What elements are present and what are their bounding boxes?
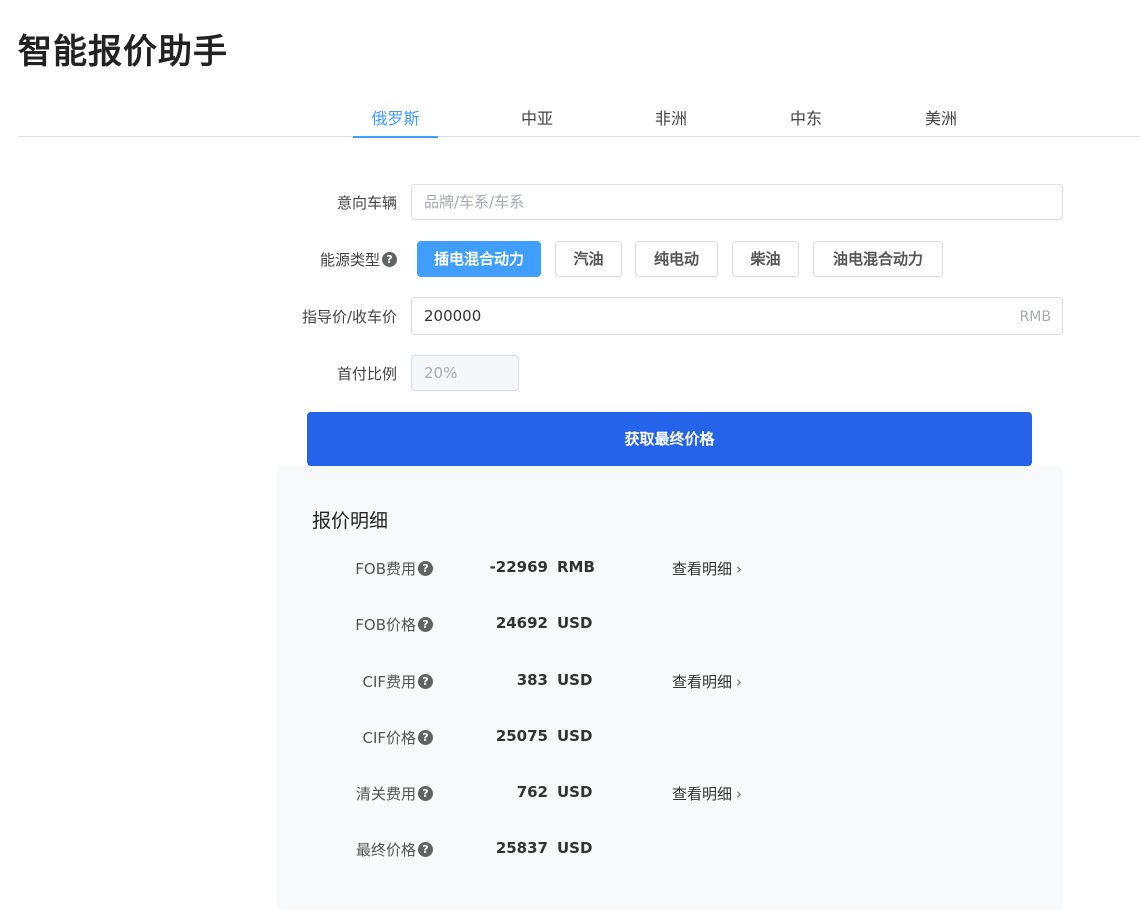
detail-value: 25837: [495, 839, 548, 857]
tab-americas[interactable]: 美洲: [905, 104, 977, 136]
tab-middle-east[interactable]: 中东: [770, 104, 842, 136]
detail-unit: USD: [557, 727, 593, 745]
view-detail-link[interactable]: 查看明细 ›: [672, 671, 742, 692]
question-circle-icon[interactable]: ?: [382, 252, 397, 267]
view-detail-link[interactable]: 查看明细 ›: [672, 558, 742, 579]
price-unit: RMB: [1019, 309, 1051, 325]
detail-value: 25075: [495, 727, 548, 745]
detail-row-cif-fee: CIF费用? 383 USD 查看明细 ›: [277, 671, 1063, 695]
detail-unit: USD: [557, 839, 593, 857]
detail-label: CIF费用?: [362, 671, 433, 692]
price-label: 指导价/收车价: [301, 308, 397, 326]
view-detail-link[interactable]: 查看明细 ›: [672, 783, 742, 804]
detail-value: 762: [516, 783, 548, 801]
chevron-right-icon: ›: [736, 673, 743, 691]
detail-value: -22969: [489, 558, 548, 576]
chevron-right-icon: ›: [736, 785, 743, 803]
detail-label: FOB费用?: [355, 558, 433, 579]
vehicle-row: 意向车辆 品牌/车系/车系: [0, 184, 1140, 220]
chevron-right-icon: ›: [736, 560, 743, 578]
vehicle-input[interactable]: 品牌/车系/车系: [411, 184, 1063, 220]
detail-row-fob-price: FOB价格? 24692 USD: [277, 614, 1063, 638]
down-payment-row: 首付比例 20%: [0, 355, 1140, 391]
price-row: 指导价/收车价 200000 RMB: [0, 297, 1140, 335]
vehicle-label: 意向车辆: [336, 194, 397, 212]
detail-unit: USD: [557, 671, 593, 689]
question-circle-icon[interactable]: ?: [418, 730, 433, 745]
detail-unit: USD: [557, 783, 593, 801]
question-circle-icon[interactable]: ?: [418, 617, 433, 632]
detail-label: CIF价格?: [362, 727, 433, 748]
detail-row-final-price: 最终价格? 25837 USD: [277, 839, 1063, 863]
down-payment-label: 首付比例: [336, 365, 397, 383]
energy-option-phev[interactable]: 插电混合动力: [417, 241, 541, 277]
tab-central-asia[interactable]: 中亚: [501, 104, 573, 136]
detail-unit: RMB: [557, 558, 595, 576]
energy-option-hev[interactable]: 油电混合动力: [813, 241, 943, 277]
detail-label: 清关费用?: [356, 783, 433, 804]
down-payment-value: 20%: [424, 364, 458, 382]
question-circle-icon[interactable]: ?: [418, 674, 433, 689]
energy-option-diesel[interactable]: 柴油: [732, 241, 799, 277]
detail-row-cif-price: CIF价格? 25075 USD: [277, 727, 1063, 751]
detail-row-fob-fee: FOB费用? -22969 RMB 查看明细 ›: [277, 558, 1063, 582]
tab-africa[interactable]: 非洲: [635, 104, 707, 136]
question-circle-icon[interactable]: ?: [418, 561, 433, 576]
page-title: 智能报价助手: [18, 32, 228, 72]
question-circle-icon[interactable]: ?: [418, 786, 433, 801]
energy-label: 能源类型?: [320, 249, 397, 270]
detail-value: 24692: [495, 614, 548, 632]
energy-option-electric[interactable]: 纯电动: [635, 241, 718, 277]
detail-value: 383: [516, 671, 548, 689]
vehicle-placeholder: 品牌/车系/车系: [424, 193, 525, 211]
detail-unit: USD: [557, 614, 593, 632]
quote-detail-panel: 报价明细 FOB费用? -22969 RMB 查看明细 › FOB价格? 2469…: [277, 466, 1063, 910]
get-final-price-button[interactable]: 获取最终价格: [307, 412, 1032, 466]
price-input[interactable]: 200000 RMB: [411, 297, 1063, 335]
energy-option-gasoline[interactable]: 汽油: [555, 241, 622, 277]
detail-label: 最终价格?: [356, 839, 433, 860]
energy-row: 能源类型? 插电混合动力 汽油 纯电动 柴油 油电混合动力: [0, 241, 1140, 277]
detail-title: 报价明细: [312, 510, 389, 532]
detail-label: FOB价格?: [355, 614, 433, 635]
tab-russia[interactable]: 俄罗斯: [353, 104, 438, 138]
region-tabs: 俄罗斯 中亚 非洲 中东 美洲: [18, 104, 1140, 138]
question-circle-icon[interactable]: ?: [418, 842, 433, 857]
down-payment-input[interactable]: 20%: [411, 355, 519, 391]
detail-row-customs-fee: 清关费用? 762 USD 查看明细 ›: [277, 783, 1063, 807]
price-value: 200000: [424, 307, 482, 325]
